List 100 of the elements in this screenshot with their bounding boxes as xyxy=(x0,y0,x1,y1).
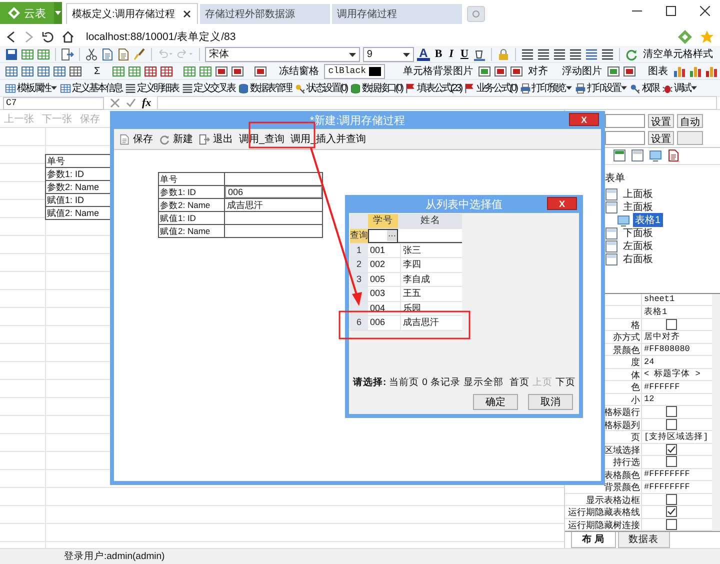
scrollbar[interactable] xyxy=(712,294,720,531)
input-field[interactable] xyxy=(605,131,645,145)
document-icon[interactable] xyxy=(667,149,680,162)
filter-field[interactable]: ··· xyxy=(368,229,398,242)
pager-link[interactable]: 显示全部 xyxy=(463,376,504,388)
image-icon[interactable] xyxy=(510,64,523,78)
close-button[interactable]: X xyxy=(569,113,599,126)
browser-tab[interactable]: 调用存储过程 xyxy=(332,4,462,24)
pager-link[interactable]: 下页 xyxy=(555,376,576,388)
auto-button[interactable]: 自动 xyxy=(677,114,703,128)
bar-chart-icon[interactable] xyxy=(673,64,686,78)
home-icon[interactable] xyxy=(62,30,74,42)
property-value[interactable]: 居中对齐 xyxy=(644,330,680,343)
grid-icon[interactable] xyxy=(128,64,142,78)
property-value[interactable]: [支持区域选择] xyxy=(644,430,708,443)
reload-icon[interactable] xyxy=(42,30,54,42)
image-icon[interactable] xyxy=(623,64,636,78)
grid-icon[interactable] xyxy=(69,64,82,78)
grid-icon[interactable] xyxy=(144,64,158,78)
tree-item[interactable]: 表单 xyxy=(605,170,720,185)
panel-icon[interactable] xyxy=(613,149,626,162)
fill-color-icon[interactable] xyxy=(473,48,486,60)
toolbar-button[interactable]: 调试 xyxy=(662,80,698,96)
grid-icon[interactable] xyxy=(53,64,66,78)
toolbar-button[interactable]: 权限 xyxy=(630,80,659,96)
tree-item[interactable]: 上面板 xyxy=(621,187,655,202)
caret-icon[interactable] xyxy=(348,52,356,56)
align-icon[interactable] xyxy=(601,48,614,60)
checkbox[interactable] xyxy=(666,456,677,468)
property-value[interactable]: #FF808080 xyxy=(644,344,690,354)
tree-item[interactable]: 右面板 xyxy=(621,252,655,266)
align-icon[interactable] xyxy=(553,48,566,60)
grid-icon[interactable] xyxy=(21,48,34,60)
tree-item[interactable]: 下面板 xyxy=(621,226,655,240)
align-button[interactable]: 对齐 xyxy=(526,63,550,79)
dialog-button[interactable]: 取消 xyxy=(528,394,573,410)
align-icon[interactable] xyxy=(537,48,550,60)
cell-name-field[interactable]: C7 xyxy=(3,96,104,110)
pager-link[interactable]: 当前页 xyxy=(389,376,420,388)
toolbar-button[interactable]: 打印设置 xyxy=(574,80,628,96)
toolbar-button[interactable]: 定义基本信息 xyxy=(60,80,122,96)
caret-icon[interactable] xyxy=(403,52,410,56)
column-header[interactable]: 学号 xyxy=(368,214,399,228)
toolbar-button[interactable]: 数据表管理 xyxy=(238,80,292,96)
document-icon[interactable] xyxy=(100,48,114,60)
align-icon[interactable] xyxy=(569,48,582,60)
refresh-icon[interactable] xyxy=(624,48,638,60)
star-icon[interactable] xyxy=(700,30,714,44)
input-field[interactable] xyxy=(605,114,645,128)
checkbox[interactable] xyxy=(666,318,677,330)
property-value[interactable]: #FFFFFFFF xyxy=(644,482,690,492)
brush-icon[interactable] xyxy=(132,48,146,60)
back-icon[interactable] xyxy=(6,30,16,42)
monitor-icon[interactable] xyxy=(649,149,662,162)
image-icon[interactable] xyxy=(215,64,228,78)
browser-tab[interactable]: 模板定义:调用存储过程 xyxy=(66,3,198,24)
toolbar-button[interactable]: 新建 xyxy=(158,132,194,146)
tree-item[interactable]: 主面板 xyxy=(621,200,655,214)
settings-button[interactable]: 设置 xyxy=(648,114,674,128)
image-icon[interactable] xyxy=(254,64,268,78)
column-header[interactable]: 姓名 xyxy=(399,214,462,228)
floating-image-button[interactable]: 浮动图片 xyxy=(560,63,604,79)
grid-icon[interactable] xyxy=(183,64,196,78)
tree-item[interactable]: 左面板 xyxy=(621,239,655,254)
grid-icon[interactable] xyxy=(199,64,212,78)
close-icon[interactable] xyxy=(183,10,191,18)
property-value[interactable]: 12 xyxy=(644,394,654,404)
toolbar-button[interactable]: 调用_查询 xyxy=(238,132,286,146)
lock-icon[interactable] xyxy=(497,48,510,60)
save-icon[interactable] xyxy=(5,48,18,60)
form-field[interactable]: 006 xyxy=(225,186,322,198)
panel-tab[interactable]: 数据表 xyxy=(618,532,670,548)
scissors-icon[interactable] xyxy=(84,48,98,60)
panel-tab[interactable]: 布 局 xyxy=(571,532,616,548)
grid-icon[interactable] xyxy=(112,64,126,78)
panel-icon[interactable] xyxy=(631,149,644,162)
freeze-panes-button[interactable]: 冻结窗格 xyxy=(277,63,322,79)
align-icon[interactable] xyxy=(585,48,598,60)
format-button[interactable]: U xyxy=(458,46,470,62)
checkbox[interactable] xyxy=(666,418,677,430)
image-icon[interactable] xyxy=(478,64,491,78)
browse-button[interactable]: ··· xyxy=(387,230,397,241)
align-icon[interactable] xyxy=(521,48,534,60)
form-field[interactable]: 成吉思汗 xyxy=(225,199,322,211)
cancel-icon[interactable] xyxy=(110,98,120,108)
property-value[interactable]: 24 xyxy=(644,356,654,367)
exit-icon[interactable] xyxy=(60,48,74,60)
image-icon[interactable] xyxy=(494,64,507,78)
tree-item[interactable]: 表格1 xyxy=(633,213,663,228)
close-button[interactable]: X xyxy=(547,197,577,210)
color-dropdown[interactable]: clBlack xyxy=(324,64,385,78)
bar-chart-icon[interactable] xyxy=(705,64,718,78)
toolbar-button[interactable]: 定义明细表 xyxy=(125,80,179,96)
toolbar-button[interactable]: 保存 xyxy=(118,132,154,146)
toolbar-button[interactable]: 打印预览 xyxy=(520,80,572,96)
function-button[interactable]: fx xyxy=(142,97,152,109)
settings-button[interactable]: 设置 xyxy=(648,131,674,145)
url-text[interactable]: localhost:88/10001/表单定义/83 xyxy=(86,30,236,44)
bar-chart-icon[interactable] xyxy=(689,64,702,78)
format-button[interactable]: I xyxy=(447,46,456,62)
